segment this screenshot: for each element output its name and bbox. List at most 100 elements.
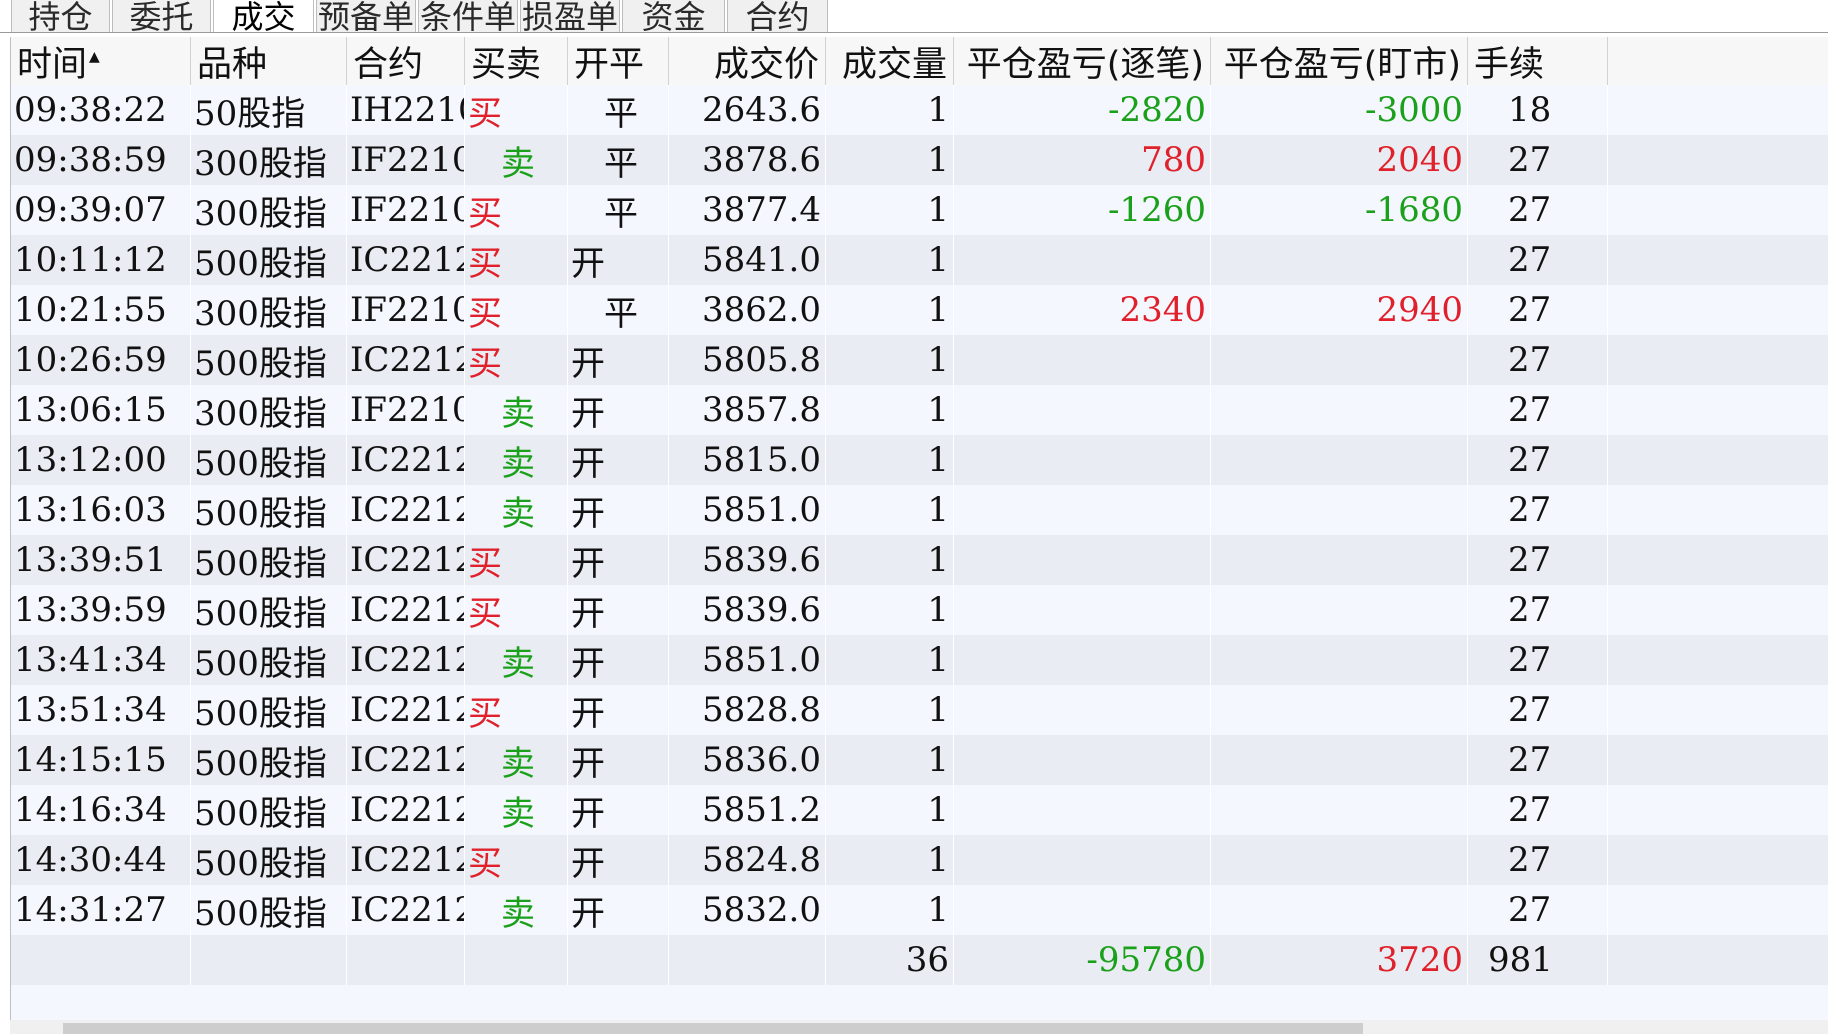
cell-fee: 18 [1468, 85, 1608, 135]
table-row[interactable]: 13:12:00 500股指 IC2212 卖开 5815.0 1 27 [11, 435, 1828, 485]
cell-pnl_mtm [1211, 385, 1468, 435]
cell-side: 买 [465, 185, 568, 235]
column-header-label: 手续 [1474, 44, 1545, 85]
column-header-time[interactable]: 时间 ▲ [11, 37, 191, 85]
cell-time: 13:41:34 [11, 635, 191, 685]
column-header-price[interactable]: 成交价 [669, 37, 826, 85]
table-row[interactable]: 13:41:34 500股指 IC2212 卖开 5851.0 1 27 [11, 635, 1828, 685]
column-header-label: 开平 [574, 44, 645, 85]
column-header-pnl_mtm[interactable]: 平仓盈亏(盯市) [1211, 37, 1468, 85]
cell-contract: IC2212 [347, 885, 465, 935]
table-row[interactable]: 14:30:44 500股指 IC2212 买开 5824.8 1 27 [11, 835, 1828, 885]
tab-2[interactable]: 成交 [213, 0, 314, 32]
tab-4[interactable]: 条件单 [418, 0, 518, 32]
cell-pnl_trade [954, 335, 1211, 385]
cell-time: 09:38:59 [11, 135, 191, 185]
cell-openclose: 开 [568, 535, 669, 585]
table-row[interactable]: 13:06:15 300股指 IF2210 卖开 3857.8 1 27 [11, 385, 1828, 435]
tab-bar: 持仓 委托 成交 预备单 条件单 损盈单 资金 合约 [0, 0, 1828, 33]
tab-7[interactable]: 合约 [727, 0, 828, 32]
cell-contract: IC2212 [347, 235, 465, 285]
cell-side: 买 [465, 235, 568, 285]
cell-product: 300股指 [191, 285, 347, 335]
cell-side: 买 [465, 535, 568, 585]
tab-6[interactable]: 资金 [622, 0, 725, 32]
table-row[interactable]: 13:39:59 500股指 IC2212 买开 5839.6 1 27 [11, 585, 1828, 635]
cell-pnl_trade [954, 435, 1211, 485]
cell-contract: IC2212 [347, 685, 465, 735]
cell-fee: 27 [1468, 135, 1608, 185]
cell-pnl_mtm [1211, 735, 1468, 785]
column-header-fee[interactable]: 手续 [1468, 37, 1608, 85]
cell-time: 13:16:03 [11, 485, 191, 535]
cell-price: 5851.0 [669, 485, 826, 535]
scrollbar-thumb[interactable] [63, 1023, 1363, 1034]
table-row[interactable]: 13:16:03 500股指 IC2212 卖开 5851.0 1 27 [11, 485, 1828, 535]
table-row[interactable]: 09:38:2250股指IH2210买平2643.61-2820-300018 [11, 85, 1828, 135]
table-row[interactable]: 14:15:15 500股指 IC2212 卖开 5836.0 1 27 [11, 735, 1828, 785]
cell-pnl_mtm: 3720 [1211, 935, 1468, 985]
cell-pnl_trade [954, 835, 1211, 885]
cell-price: 5851.2 [669, 785, 826, 835]
column-header-label: 买卖 [471, 44, 542, 85]
cell-fee: 27 [1468, 885, 1608, 935]
cell-pnl_trade [954, 235, 1211, 285]
cell-pnl_trade: 2340 [954, 285, 1211, 335]
column-header-contract[interactable]: 合约 [347, 37, 465, 85]
table-row[interactable]: 10:26:59 500股指 IC2212 买开 5805.8 1 27 [11, 335, 1828, 385]
trades-table: 时间 ▲ 品种 合约 买卖 开平 成交价 成交量 平仓盈亏(逐笔) 平仓盈亏(盯市) 手续 09:3… [10, 37, 1828, 1034]
cell-qty: 36 [826, 935, 954, 985]
cell-product [191, 935, 347, 985]
tab-5[interactable]: 损盈单 [520, 0, 620, 32]
cell-price: 3862.0 [669, 285, 826, 335]
cell-pnl_mtm [1211, 235, 1468, 285]
cell-time: 14:31:27 [11, 885, 191, 935]
cell-product: 500股指 [191, 235, 347, 285]
tab-0[interactable]: 持仓 [11, 0, 110, 32]
cell-time: 13:06:15 [11, 385, 191, 435]
column-header-side[interactable]: 买卖 [465, 37, 568, 85]
cell-time: 10:21:55 [11, 285, 191, 335]
cell-price: 5841.0 [669, 235, 826, 285]
cell-product: 500股指 [191, 485, 347, 535]
cell-side: 买 [465, 685, 568, 735]
cell-contract: IC2212 [347, 335, 465, 385]
cell-product: 300股指 [191, 385, 347, 435]
cell-contract: IC2212 [347, 485, 465, 535]
cell-price: 5851.0 [669, 635, 826, 685]
cell-pnl_mtm [1211, 835, 1468, 885]
cell-side: 买 [465, 585, 568, 635]
table-row[interactable]: 14:16:34 500股指 IC2212 卖开 5851.2 1 27 [11, 785, 1828, 835]
table-row[interactable]: 13:39:51 500股指 IC2212 买开 5839.6 1 27 [11, 535, 1828, 585]
cell-contract: IC2212 [347, 785, 465, 835]
cell-product: 50股指 [191, 85, 347, 135]
cell-time: 09:38:22 [11, 85, 191, 135]
table-row[interactable]: 10:21:55 300股指 IF2210 买平 3862.0 1 2340 2940 27 [11, 285, 1828, 335]
column-header-product[interactable]: 品种 [191, 37, 347, 85]
table-row[interactable]: 09:39:07 300股指 IF2210 买平 3877.4 1 -1260 -1680 27 [11, 185, 1828, 235]
table-row[interactable]: 09:38:59 300股指 IF2210 卖平 3878.6 1 780 2040 27 [11, 135, 1828, 185]
tab-1[interactable]: 委托 [112, 0, 211, 32]
column-header-qty[interactable]: 成交量 [826, 37, 954, 85]
total-row[interactable]: 36 -95780 3720 981 [11, 935, 1828, 985]
tab-3[interactable]: 预备单 [316, 0, 416, 32]
table-row[interactable]: 14:31:27 500股指 IC2212 卖开 5832.0 1 27 [11, 885, 1828, 935]
horizontal-scrollbar[interactable] [10, 1020, 1828, 1034]
cell-openclose: 开 [568, 635, 669, 685]
column-header-pnl_trade[interactable]: 平仓盈亏(逐笔) [954, 37, 1211, 85]
table-row[interactable]: 10:11:12 500股指 IC2212 买开 5841.0 1 27 [11, 235, 1828, 285]
cell-fee: 27 [1468, 535, 1608, 585]
cell-qty: 1 [826, 585, 954, 635]
cell-contract: IF2210 [347, 135, 465, 185]
cell-side: 买 [465, 285, 568, 335]
cell-time: 10:26:59 [11, 335, 191, 385]
cell-openclose: 开 [568, 685, 669, 735]
table-row[interactable]: 13:51:34 500股指 IC2212 买开 5828.8 1 27 [11, 685, 1828, 735]
cell-pnl_trade: -2820 [954, 85, 1211, 135]
cell-price: 5839.6 [669, 535, 826, 585]
cell-pnl_mtm: 2040 [1211, 135, 1468, 185]
cell-fee: 27 [1468, 585, 1608, 635]
cell-contract: IC2212 [347, 835, 465, 885]
cell-qty: 1 [826, 135, 954, 185]
column-header-openclose[interactable]: 开平 [568, 37, 669, 85]
